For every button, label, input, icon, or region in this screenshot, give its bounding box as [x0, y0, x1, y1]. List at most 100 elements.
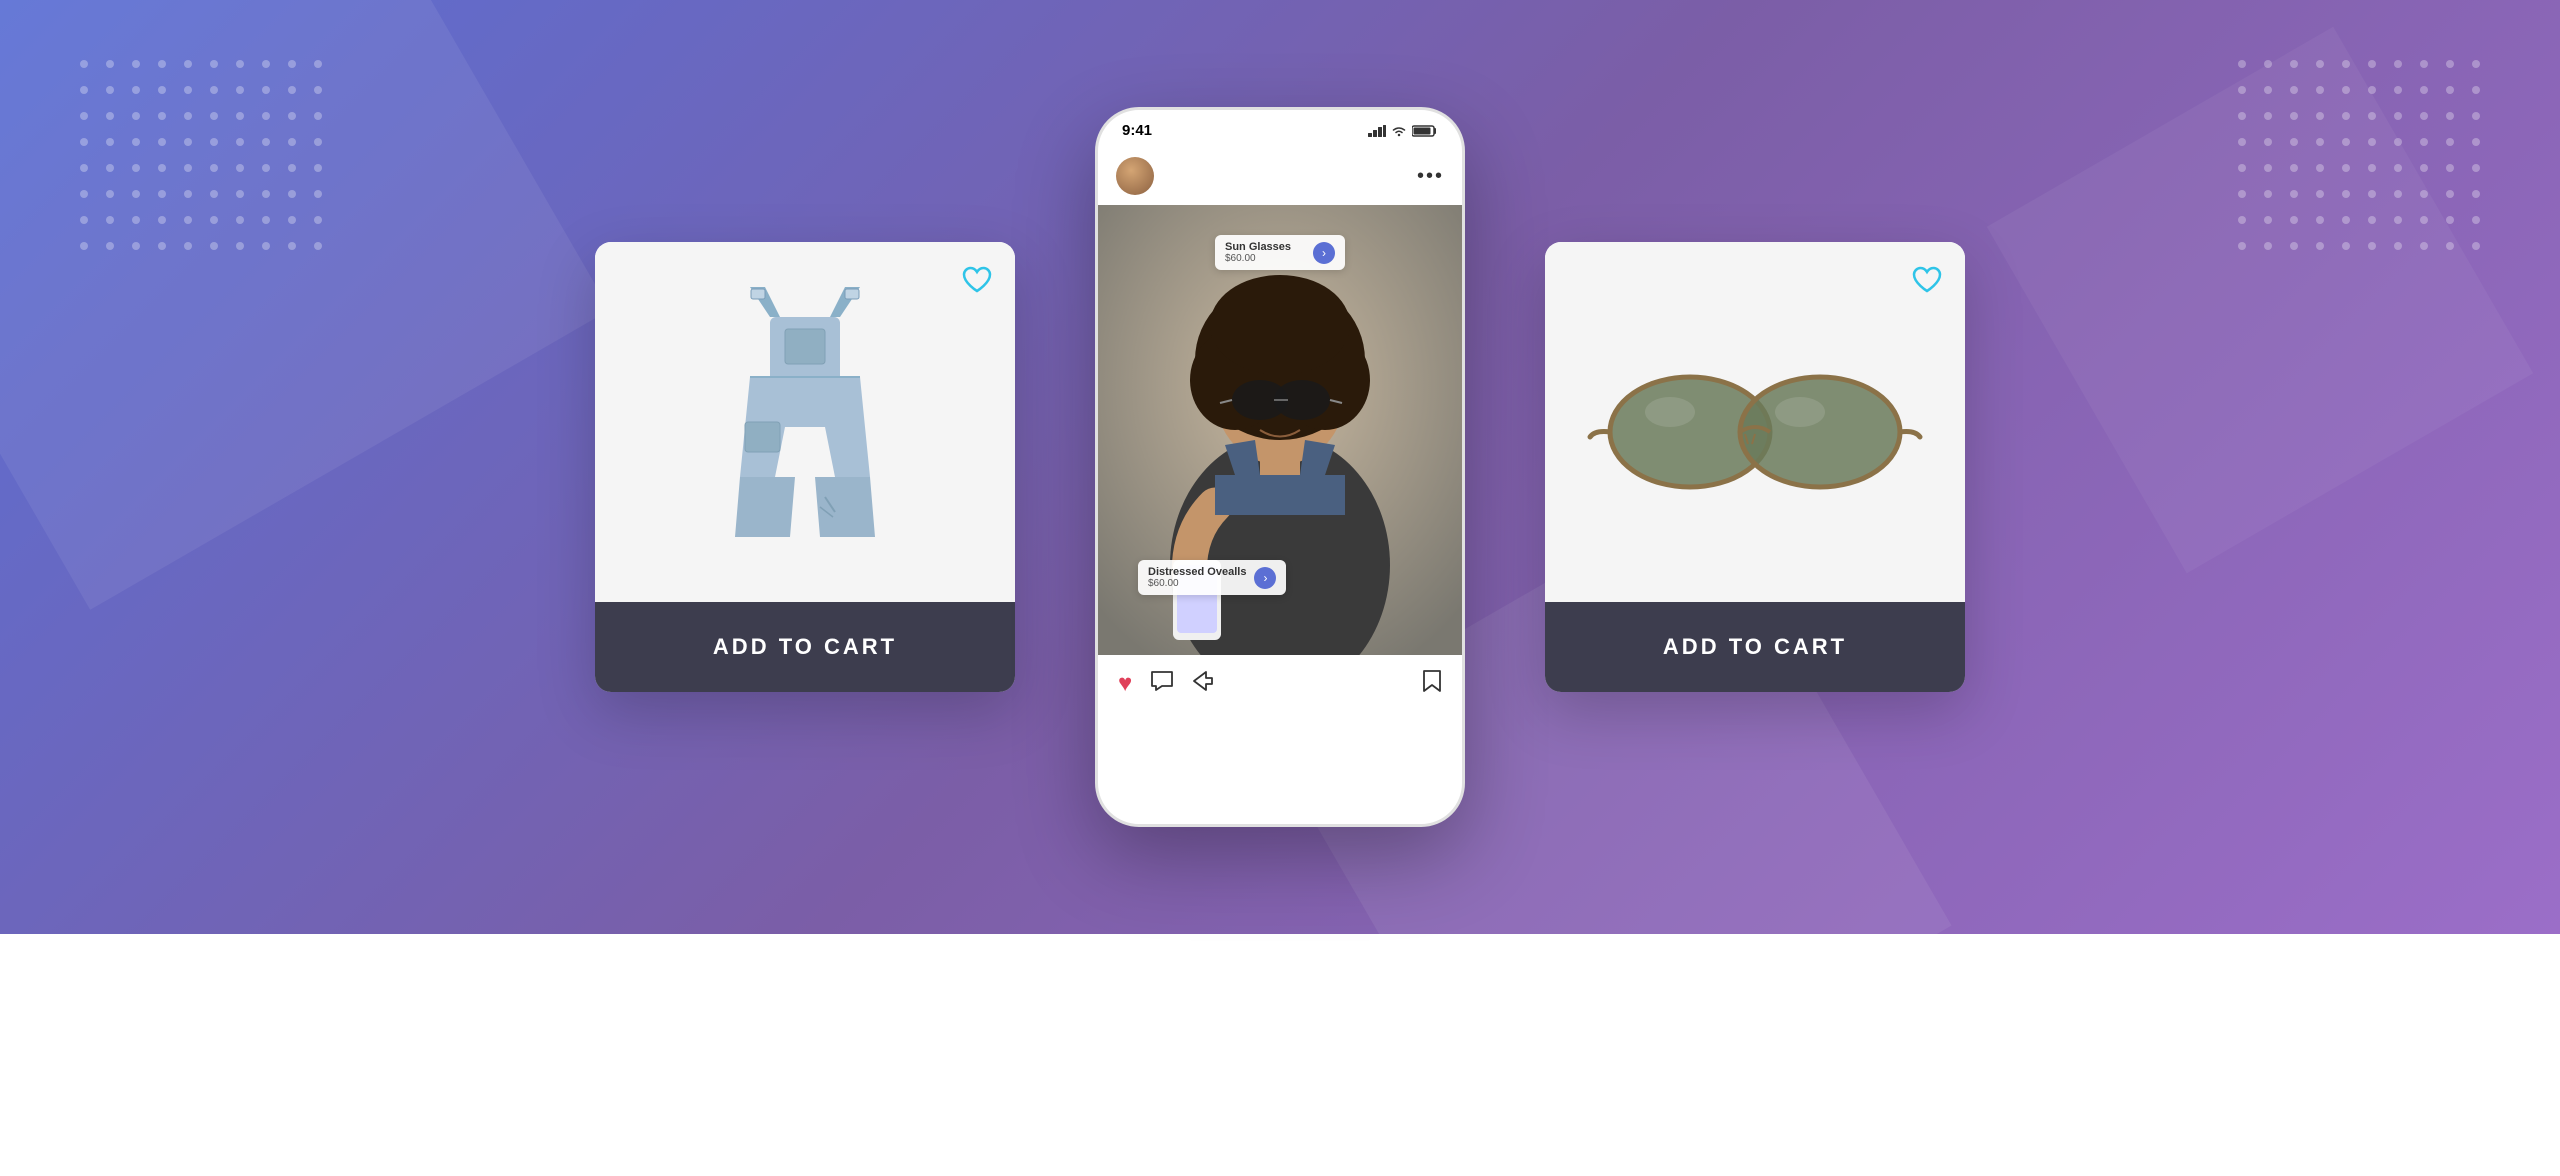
- dot: [2342, 216, 2350, 224]
- dot: [132, 60, 140, 68]
- dot: [2264, 112, 2272, 120]
- dot: [262, 112, 270, 120]
- dot: [288, 138, 296, 146]
- dot: [2394, 138, 2402, 146]
- left-product-card: ADD TO CART: [595, 242, 1015, 692]
- dot: [2446, 60, 2454, 68]
- dot: [210, 242, 218, 250]
- sunglasses-product-tag[interactable]: Sun Glasses $60.00 ›: [1215, 235, 1345, 270]
- dot: [314, 112, 322, 120]
- dot-grid-right: [2238, 60, 2480, 250]
- dot: [2342, 164, 2350, 172]
- dot: [2420, 138, 2428, 146]
- dot: [132, 164, 140, 172]
- dot: [106, 190, 114, 198]
- left-wishlist-button[interactable]: [959, 262, 995, 298]
- dot: [2316, 242, 2324, 250]
- like-button[interactable]: ♥: [1118, 670, 1132, 698]
- dot: [2446, 164, 2454, 172]
- share-button[interactable]: [1192, 670, 1214, 698]
- dot: [2264, 60, 2272, 68]
- dot: [2238, 86, 2246, 94]
- dot: [2264, 190, 2272, 198]
- dot: [2290, 138, 2298, 146]
- dot: [2394, 112, 2402, 120]
- dot: [2394, 190, 2402, 198]
- bg-shape-1: [0, 0, 610, 610]
- dot: [106, 164, 114, 172]
- dot: [2342, 60, 2350, 68]
- dot: [210, 164, 218, 172]
- dot: [158, 86, 166, 94]
- dot: [2420, 190, 2428, 198]
- left-add-to-cart-button[interactable]: ADD TO CART: [595, 602, 1015, 692]
- dot: [2420, 60, 2428, 68]
- dot: [236, 242, 244, 250]
- dot: [2316, 190, 2324, 198]
- dot: [2264, 216, 2272, 224]
- dot: [80, 164, 88, 172]
- dot: [2316, 112, 2324, 120]
- dot: [236, 164, 244, 172]
- overalls-tag-arrow[interactable]: ›: [1254, 567, 1276, 589]
- battery-icon: [1412, 125, 1438, 137]
- dot: [2368, 164, 2376, 172]
- dot: [80, 60, 88, 68]
- dot: [2316, 216, 2324, 224]
- dot: [262, 60, 270, 68]
- dot: [314, 190, 322, 198]
- dot: [132, 190, 140, 198]
- dot: [2264, 164, 2272, 172]
- dot: [2420, 164, 2428, 172]
- overalls-product-tag[interactable]: Distressed Ovealls $60.00 ›: [1138, 560, 1286, 595]
- sunglasses-tag-arrow[interactable]: ›: [1313, 242, 1335, 264]
- dot: [288, 164, 296, 172]
- bookmark-button[interactable]: [1422, 669, 1442, 698]
- dot: [2394, 86, 2402, 94]
- dot: [80, 190, 88, 198]
- dot: [2290, 86, 2298, 94]
- dot: [158, 164, 166, 172]
- dot: [158, 112, 166, 120]
- sunglasses-tag-price: $60.00: [1225, 253, 1305, 264]
- dot: [2420, 242, 2428, 250]
- dot: [288, 242, 296, 250]
- dot: [262, 86, 270, 94]
- right-wishlist-button[interactable]: [1909, 262, 1945, 298]
- comment-button[interactable]: [1150, 670, 1174, 698]
- dot: [2238, 138, 2246, 146]
- sunglasses-image: [1585, 322, 1925, 522]
- dot: [158, 216, 166, 224]
- dot: [184, 86, 192, 94]
- dot: [106, 216, 114, 224]
- dot: [2342, 86, 2350, 94]
- wifi-icon: [1391, 125, 1407, 137]
- dot: [314, 164, 322, 172]
- dot: [210, 60, 218, 68]
- dot: [2368, 112, 2376, 120]
- dot: [2290, 216, 2298, 224]
- dot: [2368, 138, 2376, 146]
- more-options-button[interactable]: •••: [1417, 165, 1444, 188]
- dot: [132, 112, 140, 120]
- sunglasses-tag-info: Sun Glasses $60.00: [1225, 241, 1305, 264]
- dot: [314, 138, 322, 146]
- dot: [184, 112, 192, 120]
- dot: [2238, 190, 2246, 198]
- dot: [2264, 242, 2272, 250]
- dot: [2238, 164, 2246, 172]
- dot: [314, 86, 322, 94]
- dot: [262, 138, 270, 146]
- dot: [2472, 86, 2480, 94]
- dot: [2238, 242, 2246, 250]
- right-add-to-cart-button[interactable]: ADD TO CART: [1545, 602, 1965, 692]
- dot: [2472, 242, 2480, 250]
- dot: [132, 138, 140, 146]
- dot: [184, 190, 192, 198]
- dot: [2290, 190, 2298, 198]
- dot: [2368, 242, 2376, 250]
- dot: [288, 112, 296, 120]
- dot: [2290, 164, 2298, 172]
- phone-notch: [1220, 110, 1340, 138]
- dot: [158, 60, 166, 68]
